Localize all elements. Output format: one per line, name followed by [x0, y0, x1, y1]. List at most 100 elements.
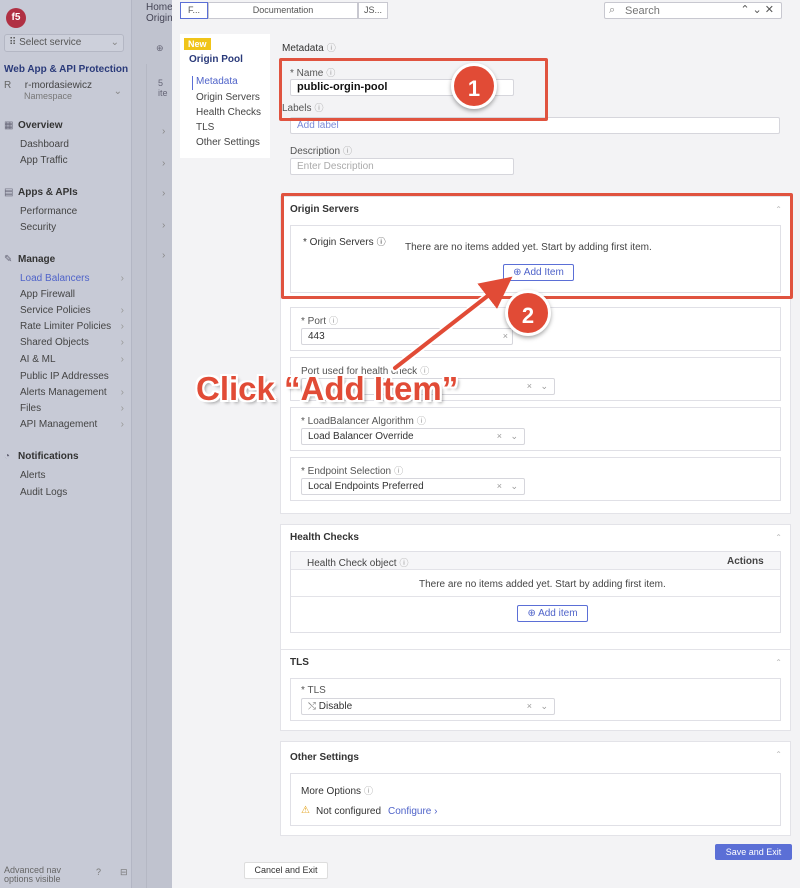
nav-item-load-balancers[interactable]: Load Balancers › [20, 273, 128, 284]
nav-item-api-management[interactable]: API Management › [20, 419, 128, 430]
nav-item-public-ip[interactable]: Public IP Addresses [20, 371, 128, 382]
nav-section-manage[interactable]: ✎ Manage [4, 254, 55, 265]
nav-section-apps-apis[interactable]: ▤ Apps & APIs [4, 187, 78, 198]
chevron-down-icon: ⌄ [510, 431, 518, 441]
tls-title: TLS [290, 657, 309, 668]
description-input[interactable]: Enter Description [290, 158, 514, 175]
chevron-right-icon: › [120, 321, 124, 332]
health-checks-empty-msg: There are no items added yet. Start by a… [419, 579, 666, 590]
step-2-badge: 2 [505, 290, 551, 336]
select-service-label: Select service [19, 37, 82, 48]
view-tabs: F... Documentation JS... [180, 2, 390, 19]
chevron-down-icon: ⌄ [110, 37, 119, 48]
panel-topbar: F... Documentation JS... ⌕ ⌃⌄✕ [172, 0, 800, 24]
menu-link-other-settings[interactable]: Other Settings [196, 137, 260, 148]
nav-section-notifications[interactable]: ◔ Notifications [4, 451, 79, 462]
help-icon: ⓘ [329, 316, 339, 326]
nav-section-overview[interactable]: ▦ Overview [4, 120, 62, 131]
clear-icon: × [526, 381, 532, 391]
chevron-right-icon: › [434, 806, 438, 817]
nav-item-shared-objects[interactable]: Shared Objects › [20, 337, 128, 348]
namespace-label: Namespace [24, 91, 73, 101]
endpoint-selection-label: * Endpoint Selection ⓘ [301, 466, 404, 477]
tls-select[interactable]: ⤭ Disable × ⌄ [301, 698, 555, 715]
callout-text: Click “Add Item” [196, 370, 459, 407]
chevron-right-icon: › [120, 273, 124, 284]
nav-footer: Advanced nav options visible ? ⊟ [4, 865, 128, 884]
tab-form[interactable]: F... [180, 2, 208, 19]
row-chevron-icon: › [162, 126, 166, 137]
search-nav-arrows[interactable]: ⌃⌄✕ [740, 3, 777, 16]
add-health-check-button[interactable]: ⊕ Add item [517, 605, 588, 622]
active-marker [192, 76, 193, 90]
clear-icon: × [496, 481, 502, 491]
health-checks-section: Health Checks ⌃ Health Check object ⓘ Act… [280, 524, 791, 668]
nav-item-dashboard[interactable]: Dashboard [20, 139, 128, 150]
search-input[interactable] [625, 4, 725, 17]
help-icon: ⓘ [394, 466, 404, 476]
chevron-down-icon: ⌄ [113, 86, 122, 97]
collapse-caret-icon[interactable]: ⌃ [775, 658, 782, 667]
collapse-icon[interactable]: ⊟ [120, 868, 128, 877]
help-icon: ⓘ [399, 558, 409, 568]
nav-item-app-traffic[interactable]: App Traffic [20, 155, 128, 166]
breadcrumb: Home Origin [146, 2, 172, 24]
highlight-origin-servers-box [281, 193, 793, 299]
nav-item-app-firewall[interactable]: App Firewall [20, 289, 128, 300]
item-count: 5 ite [158, 78, 168, 98]
nav-item-service-policies[interactable]: Service Policies › [20, 305, 128, 316]
description-label: Description ⓘ [290, 146, 353, 157]
menu-link-tls[interactable]: TLS [196, 122, 214, 133]
select-service-dropdown[interactable]: ⠿ Select service ⌄ [4, 34, 124, 52]
menu-link-health-checks[interactable]: Health Checks [196, 107, 261, 118]
clear-icon: × [502, 331, 508, 341]
user-name: r-mordasiewicz [24, 80, 93, 91]
tab-json[interactable]: JS... [358, 2, 388, 19]
tab-documentation[interactable]: Documentation [208, 2, 358, 19]
cancel-and-exit-button[interactable]: Cancel and Exit [244, 862, 328, 879]
namespace-selector[interactable]: R r-mordasiewicz Namespace ⌄ [4, 80, 128, 101]
help-icon[interactable]: ? [96, 868, 101, 877]
port-label: * Port ⓘ [301, 316, 339, 327]
search-box[interactable]: ⌕ ⌃⌄✕ [604, 2, 782, 19]
nav-item-rate-limiter[interactable]: Rate Limiter Policies › [20, 321, 128, 332]
grid-icon: ⠿ [9, 37, 20, 48]
health-checks-title: Health Checks [290, 532, 359, 543]
nav-item-audit-logs[interactable]: Audit Logs [20, 487, 128, 498]
col-actions: Actions [727, 556, 764, 567]
menu-link-origin-servers[interactable]: Origin Servers [196, 92, 260, 103]
other-settings-section: Other Settings ⌃ More Options ⓘ ⚠ Not con… [280, 741, 791, 836]
nav-item-ai-ml[interactable]: AI & ML › [20, 354, 128, 365]
new-badge: New [184, 38, 211, 50]
highlight-name-box [279, 58, 548, 121]
menu-link-metadata[interactable]: Metadata [196, 76, 238, 87]
tls-section: TLS ⌃ * TLS ⤭ Disable × ⌄ [280, 649, 791, 731]
endpoint-selection-select[interactable]: Local Endpoints Preferred × ⌄ [301, 478, 525, 495]
lb-algorithm-group: * LoadBalancer Algorithm ⓘ Load Balancer … [290, 407, 781, 451]
endpoint-selection-group: * Endpoint Selection ⓘ Local Endpoints Pr… [290, 457, 781, 501]
port-input[interactable]: 443 × [301, 328, 513, 345]
collapse-caret-icon[interactable]: ⌃ [775, 750, 782, 759]
add-circle-icon: ⊕ [527, 608, 539, 619]
nav-item-security[interactable]: Security [20, 222, 128, 233]
nav-item-files[interactable]: Files › [20, 403, 128, 414]
clear-icon: × [526, 701, 532, 711]
chevron-right-icon: › [120, 305, 124, 316]
tls-group: * TLS ⤭ Disable × ⌄ [290, 678, 781, 721]
wrench-icon: ✎ [4, 254, 13, 265]
overview-icon: ▦ [4, 120, 14, 131]
save-and-exit-button[interactable]: Save and Exit [715, 844, 792, 860]
help-icon: ⓘ [416, 416, 426, 426]
nav-item-alerts[interactable]: Alerts [20, 470, 128, 481]
chevron-right-icon: › [120, 419, 124, 430]
row-chevron-icon: › [162, 220, 166, 231]
collapse-caret-icon[interactable]: ⌃ [775, 533, 782, 542]
nav-item-performance[interactable]: Performance [20, 206, 128, 217]
lb-algorithm-select[interactable]: Load Balancer Override × ⌄ [301, 428, 525, 445]
configure-link[interactable]: Configure › [388, 806, 437, 817]
clear-icon: × [496, 431, 502, 441]
nav-item-alerts-management[interactable]: Alerts Management › [20, 387, 128, 398]
more-options-label: More Options ⓘ [301, 786, 374, 797]
shuffle-icon: ⤭ [308, 701, 319, 712]
list-border [146, 64, 172, 888]
